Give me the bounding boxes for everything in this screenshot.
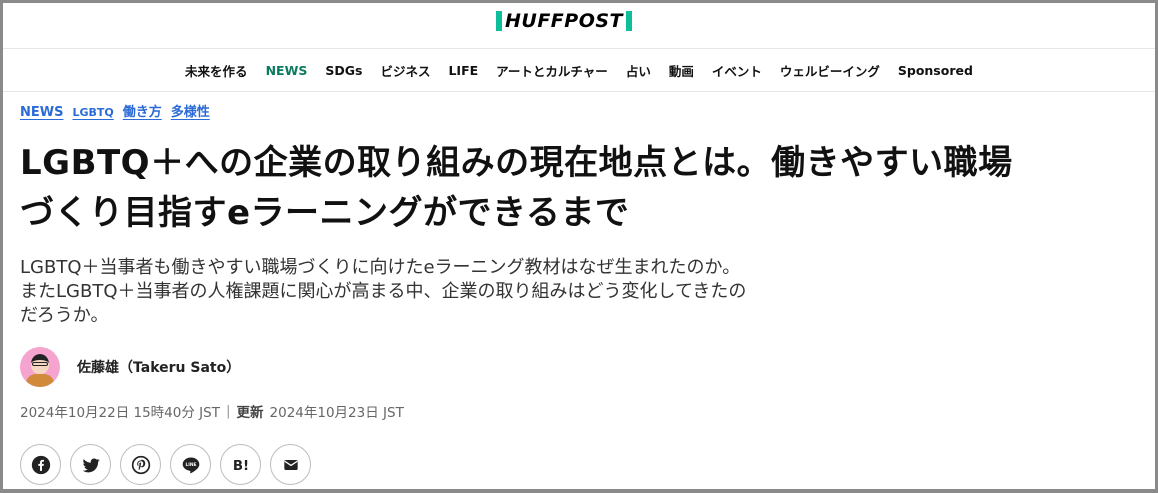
share-line-button[interactable]: LINE [170, 444, 211, 485]
share-facebook-button[interactable] [20, 444, 61, 485]
tag-diversity[interactable]: 多様性 [171, 101, 210, 120]
nav-item-sponsored[interactable]: Sponsored [889, 63, 982, 78]
facebook-icon [31, 455, 50, 474]
nav-item-news[interactable]: NEWS [257, 63, 317, 78]
share-email-button[interactable] [270, 444, 311, 485]
nav-item-life[interactable]: LIFE [439, 63, 487, 78]
tag-work-style[interactable]: 働き方 [123, 101, 162, 120]
nav-item-video[interactable]: 動画 [660, 61, 703, 80]
nav-item-future[interactable]: 未来を作る [176, 61, 257, 80]
nav-item-business[interactable]: ビジネス [371, 61, 439, 80]
nav-item-fortune[interactable]: 占い [617, 61, 660, 80]
nav-item-wellbeing[interactable]: ウェルビーイング [771, 61, 889, 80]
huffpost-logo[interactable]: HUFFPOST [496, 10, 666, 32]
updated-date: 2024年10月23日 JST [269, 405, 404, 421]
article-tags: NEWS LGBTQ 働き方 多様性 [20, 101, 1138, 120]
nav-item-art-culture[interactable]: アートとカルチャー [487, 61, 617, 80]
article-dek: LGBTQ＋当事者も働きやすい職場づくりに向けたeラーニング教材はなぜ生まれたの… [20, 257, 747, 326]
main-nav: 未来を作る NEWS SDGs ビジネス LIFE アートとカルチャー 占い 動… [3, 49, 1155, 92]
date-separator: | [225, 403, 231, 419]
logo-text: HUFFPOST [505, 10, 624, 32]
page-frame: HUFFPOST 未来を作る NEWS SDGs ビジネス LIFE アートとカ… [3, 3, 1155, 489]
share-bar: LINE B! [20, 444, 1138, 485]
article: NEWS LGBTQ 働き方 多様性 LGBTQ＋への企業の取り組みの現在地点と… [20, 101, 1138, 485]
hatena-bookmark-icon: B! [232, 459, 248, 474]
share-twitter-button[interactable] [70, 444, 111, 485]
tag-lgbtq[interactable]: LGBTQ [72, 106, 113, 119]
email-icon [283, 459, 298, 470]
svg-text:LINE: LINE [185, 462, 196, 468]
share-pinterest-button[interactable] [120, 444, 161, 485]
published-date: 2024年10月22日 15時40分 JST [20, 405, 220, 421]
nav-item-sdgs[interactable]: SDGs [316, 63, 371, 78]
author-name[interactable]: 佐藤雄（Takeru Sato） [77, 357, 240, 377]
avatar-body [26, 374, 54, 387]
author-avatar[interactable] [20, 347, 60, 387]
article-dates: 2024年10月22日 15時40分 JST | 更新 2024年10月23日 … [20, 401, 1138, 421]
article-headline: LGBTQ＋への企業の取り組みの現在地点とは。働きやすい職場づくり目指すeラーニ… [20, 143, 1013, 233]
nav-item-events[interactable]: イベント [703, 61, 771, 80]
avatar-glasses [32, 362, 48, 366]
tag-news[interactable]: NEWS [20, 105, 63, 120]
header: HUFFPOST [3, 3, 1155, 49]
share-hatena-button[interactable]: B! [220, 444, 261, 485]
pinterest-icon [131, 455, 150, 474]
logo-bar-right [626, 11, 633, 31]
line-icon: LINE [182, 457, 199, 473]
updated-label: 更新 [236, 405, 264, 421]
byline: 佐藤雄（Takeru Sato） [20, 347, 1138, 387]
twitter-icon [82, 458, 100, 472]
svg-text:B!: B! [232, 459, 248, 474]
